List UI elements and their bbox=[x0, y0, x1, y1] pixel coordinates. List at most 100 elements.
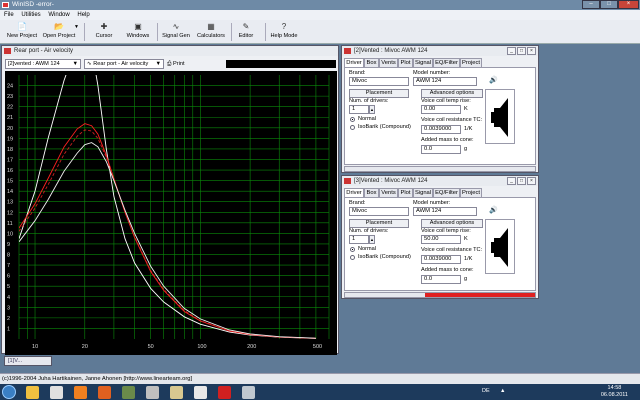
cursor-label: Cursor bbox=[95, 33, 113, 39]
maximize-button[interactable]: □ bbox=[600, 0, 618, 9]
placement-button[interactable]: Placement bbox=[349, 89, 409, 98]
app-icon[interactable] bbox=[194, 386, 207, 399]
vc-temp-field[interactable]: 0.00 bbox=[421, 105, 461, 114]
graph-window-titlebar: Rear port - Air velocity bbox=[2, 46, 338, 56]
project-select[interactable]: [2]vented : AWM 124 ▼ bbox=[5, 59, 81, 69]
winisd-icon[interactable] bbox=[170, 386, 183, 399]
winamp-icon[interactable] bbox=[122, 386, 135, 399]
tab-plot[interactable]: Plot bbox=[398, 58, 413, 67]
clock[interactable]: 14:58 06.08.2011 bbox=[601, 385, 628, 398]
print-button[interactable]: ⎙ Print bbox=[167, 59, 185, 69]
tray-arrow-icon[interactable]: ▲ bbox=[500, 388, 505, 394]
maximize-button[interactable]: □ bbox=[517, 47, 526, 55]
parameters-bar[interactable]: Parameters bbox=[344, 166, 536, 172]
tab-signal[interactable]: Signal bbox=[413, 188, 433, 197]
cursor-button[interactable]: ✚ Cursor bbox=[90, 22, 118, 42]
vc-temp-field[interactable]: 50.00 bbox=[421, 235, 461, 244]
editor-button[interactable]: ✎ Editor bbox=[234, 22, 258, 42]
firefox-icon[interactable] bbox=[98, 386, 111, 399]
media-icon[interactable] bbox=[50, 386, 63, 399]
graph-type-select[interactable]: ∿ Rear port - Air velocity ▼ bbox=[84, 59, 164, 69]
open-project-icon: 📂 bbox=[54, 22, 64, 31]
advanced-options-button[interactable]: Advanced options bbox=[421, 89, 483, 98]
driver-window-3[interactable]: [3]Vented : Mivoc AWM 124 _ □ × Driver B… bbox=[341, 175, 539, 299]
speaker-icon[interactable]: 🔊 bbox=[489, 76, 498, 84]
model-field[interactable]: AWM 124 bbox=[413, 77, 477, 86]
spin-icon[interactable]: ▲ bbox=[369, 235, 375, 244]
tab-eq-filter[interactable]: EQ/Filter bbox=[433, 188, 460, 197]
gear-app-icon[interactable] bbox=[242, 386, 255, 399]
model-field[interactable]: AWM 124 bbox=[413, 207, 477, 216]
tab-box[interactable]: Box bbox=[364, 188, 379, 197]
tab-signal[interactable]: Signal bbox=[413, 58, 433, 67]
menu-window[interactable]: Window bbox=[48, 12, 69, 18]
plot-area[interactable]: 1 2 3 4 5 6 7 8 9 10 11 12 13 14 15 16 17 18 19 20 21 22 23 24 1… bbox=[5, 71, 337, 355]
driver-window-2[interactable]: [2]Vented : Mivoc AWM 124 _ □ × Driver B… bbox=[341, 45, 539, 173]
isobarik-radio[interactable] bbox=[350, 255, 355, 260]
minimize-button[interactable]: – bbox=[582, 0, 600, 9]
x-tick-label: 500 bbox=[313, 344, 322, 350]
tab-eq-filter[interactable]: EQ/Filter bbox=[433, 58, 460, 67]
minimize-button[interactable]: _ bbox=[507, 177, 516, 185]
brand-field[interactable]: Mivoc bbox=[349, 207, 409, 216]
menu-utilities[interactable]: Utilities bbox=[21, 12, 40, 18]
windows-icon: ▣ bbox=[134, 22, 142, 31]
tab-plot[interactable]: Plot bbox=[398, 188, 413, 197]
mass-field[interactable]: 0.0 bbox=[421, 275, 461, 284]
editor-icon: ✎ bbox=[242, 22, 250, 31]
vlc-icon[interactable] bbox=[74, 386, 87, 399]
open-project-button[interactable]: 📂 Open Project bbox=[40, 22, 78, 42]
tab-vents[interactable]: Vents bbox=[379, 58, 398, 67]
maximize-button[interactable]: □ bbox=[517, 177, 526, 185]
pdf-icon[interactable] bbox=[218, 386, 231, 399]
tab-project[interactable]: Project bbox=[460, 58, 482, 67]
mass-label: Added mass to cone: bbox=[421, 267, 474, 273]
vc-temp-label: Voice coil temp rise: bbox=[421, 98, 471, 104]
brand-field[interactable]: Mivoc bbox=[349, 77, 409, 86]
minimize-button[interactable]: _ bbox=[507, 47, 516, 55]
menu-file[interactable]: File bbox=[4, 12, 14, 18]
close-button[interactable]: × bbox=[527, 47, 536, 55]
spin-icon[interactable]: ▲ bbox=[369, 105, 375, 114]
tab-box[interactable]: Box bbox=[364, 58, 379, 67]
close-button[interactable]: × bbox=[618, 0, 639, 9]
close-button[interactable]: × bbox=[527, 177, 536, 185]
tab-project[interactable]: Project bbox=[460, 188, 482, 197]
language-indicator[interactable]: DE bbox=[482, 388, 490, 394]
minimized-window[interactable]: [1]V... bbox=[4, 356, 52, 366]
signal-gen-button[interactable]: ∿ Signal Gen bbox=[160, 22, 192, 42]
isobarik-radio[interactable] bbox=[350, 125, 355, 130]
explorer-icon[interactable] bbox=[26, 386, 39, 399]
menu-help[interactable]: Help bbox=[77, 12, 89, 18]
tab-vents[interactable]: Vents bbox=[379, 188, 398, 197]
mass-field[interactable]: 0.0 bbox=[421, 145, 461, 154]
num-drivers-field[interactable]: 1 bbox=[349, 235, 369, 244]
disk-icon[interactable] bbox=[146, 386, 159, 399]
model-label: Model number: bbox=[413, 70, 451, 76]
speaker-icon[interactable]: 🔊 bbox=[489, 206, 498, 214]
normal-radio[interactable] bbox=[350, 117, 355, 122]
open-project-dropdown-icon[interactable]: ▼ bbox=[74, 24, 79, 44]
mass-unit: g bbox=[464, 276, 468, 282]
x-tick-label: 100 bbox=[197, 344, 206, 350]
mass-unit: g bbox=[464, 146, 468, 152]
minimized-window-label: [1]V... bbox=[8, 358, 23, 364]
y-tick-label: 13 bbox=[7, 200, 13, 206]
num-drivers-field[interactable]: 1 bbox=[349, 105, 369, 114]
vc-res-label: Voice coil resistance TC: bbox=[421, 247, 483, 253]
start-button[interactable] bbox=[2, 385, 16, 399]
windows-button[interactable]: ▣ Windows bbox=[122, 22, 154, 42]
new-project-button[interactable]: 📄 New Project bbox=[4, 22, 40, 42]
parameters-bar[interactable]: Parameters bbox=[344, 292, 536, 298]
vc-res-field[interactable]: 0.0039000 bbox=[421, 255, 461, 264]
placement-button[interactable]: Placement bbox=[349, 219, 409, 228]
vc-res-field[interactable]: 0.0039000 bbox=[421, 125, 461, 134]
clock-date: 06.08.2011 bbox=[600, 391, 628, 398]
help-mode-button[interactable]: ? Help Mode bbox=[268, 22, 300, 42]
vc-res-unit: 1/K bbox=[464, 256, 473, 262]
advanced-options-button[interactable]: Advanced options bbox=[421, 219, 483, 228]
series-line-4 bbox=[19, 142, 316, 339]
graph-window[interactable]: Rear port - Air velocity [2]vented : AWM… bbox=[1, 45, 339, 355]
normal-radio[interactable] bbox=[350, 247, 355, 252]
calculators-button[interactable]: ▦ Calculators bbox=[194, 22, 228, 42]
